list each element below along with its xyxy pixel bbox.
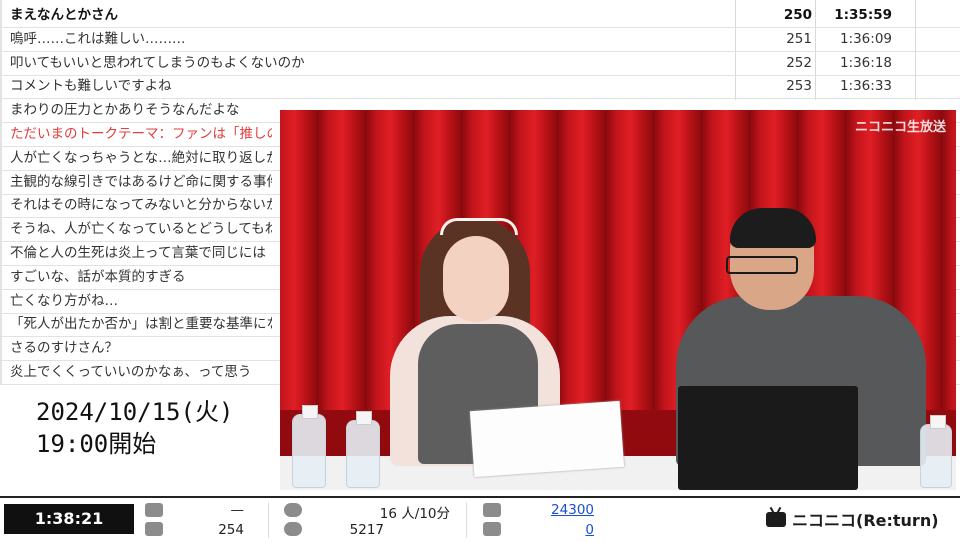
niconico-logo-text: ニコニコ(Re:turn)	[792, 511, 939, 530]
broadcast-date: 2024/10/15(火)	[36, 398, 234, 426]
comment-text: そうね、人が亡くなっているとどうしてもね……	[10, 221, 272, 238]
comment-text: すごいな、話が本質的すぎる	[10, 268, 186, 285]
laptop	[678, 386, 858, 490]
water-bottle	[346, 411, 380, 488]
broadcast-start-time: 19:00開始	[36, 430, 157, 458]
comment-number: 253	[786, 78, 812, 95]
comment-count: 254	[218, 522, 244, 538]
comment-time: 1:36:18	[839, 54, 892, 71]
comment-time: 1:36:33	[839, 78, 892, 95]
elapsed-time: 1:38:21	[4, 504, 134, 534]
comment-number: 251	[786, 30, 812, 47]
comment-text: 炎上でくくっていいのかなぁ、って思う	[10, 364, 252, 380]
comment-stat-top: —	[230, 502, 245, 518]
water-bottle	[292, 405, 326, 488]
comment-time: 1:35:59	[834, 7, 892, 23]
viewers-total: 5217	[349, 522, 384, 538]
comment-text: ただいまのトークテーマ：ファンは「推しの炎上	[10, 126, 272, 142]
comment-row[interactable]: コメントも難しいですよね 253 1:36:33	[0, 75, 960, 100]
gift-points-link[interactable]: 0	[530, 522, 594, 538]
comment-text: さるのすけさん？	[10, 340, 118, 357]
host-man-glasses	[726, 256, 798, 274]
comment-text: 「死人が出たか否か」は割と重要な基準にな	[10, 316, 272, 333]
water-bottle	[920, 415, 952, 488]
viewer-icon	[284, 503, 302, 517]
comment-text: まえなんとかさん	[10, 7, 118, 23]
comment-number: 252	[786, 54, 812, 71]
comment-text: 叩いてもいいと思われてしまうのもよくないのか	[10, 54, 305, 71]
comment-text: それはその時になってみないと分からないかも	[10, 197, 272, 214]
comment-text: 嗚呼……これは難しい………	[10, 30, 186, 47]
viewers-per-10min: 16 人/10分	[379, 506, 450, 522]
gift-icon	[483, 522, 501, 536]
comment-text: 亡くなり方がね…	[10, 292, 118, 309]
tv-icon	[766, 511, 786, 527]
host-woman-headband	[440, 218, 518, 235]
comment-time: 1:36:09	[839, 30, 892, 47]
comment-icon	[145, 503, 163, 517]
viewer-total-icon	[284, 522, 302, 536]
host-man-hair	[730, 208, 816, 248]
comment-text: 人が亡くなっちゃうとな…絶対に取り返しがつ	[10, 149, 272, 166]
host-woman-face	[443, 236, 509, 322]
comment-row[interactable]: まえなんとかさん 250 1:35:59	[0, 4, 960, 28]
stat-divider	[268, 502, 269, 538]
comment-text: 主観的な線引きではあるけど命に関する事件	[10, 173, 272, 190]
script-paper	[469, 400, 625, 478]
niconico-logo[interactable]: ニコニコ(Re:turn)	[766, 506, 939, 532]
niconico-live-watermark: ニコニコ生放送	[854, 120, 946, 135]
stat-divider	[466, 502, 467, 538]
comment-text: コメントも難しいですよね	[10, 78, 172, 95]
comment-number: 250	[783, 7, 812, 23]
ad-megaphone-icon	[483, 503, 501, 517]
comment-count-icon	[145, 522, 163, 536]
comment-row[interactable]: 叩いてもいいと思われてしまうのもよくないのか 252 1:36:18	[0, 52, 960, 76]
comment-row[interactable]: 嗚呼……これは難しい……… 251 1:36:09	[0, 28, 960, 52]
schedule-panel: 2024/10/15(火) 19:00開始	[8, 396, 272, 492]
comment-text: 不倫と人の生死は炎上って言葉で同じには	[10, 245, 266, 261]
comment-text: まわりの圧力とかありそうなんだよな	[10, 102, 240, 119]
ad-points-link[interactable]: 24300	[530, 502, 594, 518]
status-bar: 1:38:21 — 254 16 人/10分 5217 24300 0 ニコニコ…	[0, 496, 960, 542]
video-player[interactable]: ニコニコ生放送	[280, 110, 956, 490]
